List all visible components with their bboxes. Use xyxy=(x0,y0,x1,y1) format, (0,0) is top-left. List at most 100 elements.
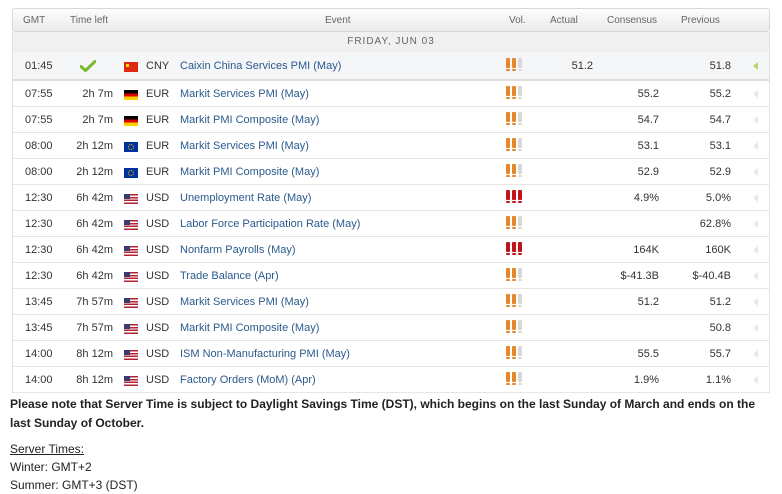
volatility-bar-icon xyxy=(506,320,510,333)
de-flag-icon xyxy=(124,116,138,126)
actual-value: 51.2 xyxy=(571,60,593,72)
volatility-bar-icon xyxy=(512,164,516,177)
table-row[interactable]: 12:30 6h 42m USD Trade Balance (Apr) $-41.3B… xyxy=(12,263,770,289)
volatility-bar-icon xyxy=(506,86,510,99)
volatility-bar-icon xyxy=(506,372,510,385)
expand-arrow-icon[interactable] xyxy=(753,220,758,228)
expand-arrow-icon[interactable] xyxy=(753,116,758,124)
header-gmt[interactable]: GMT xyxy=(23,15,45,26)
event-link[interactable]: Labor Force Participation Rate (May) xyxy=(180,218,360,230)
event-link[interactable]: Markit Services PMI (May) xyxy=(180,88,309,100)
time-left: 6h 42m xyxy=(76,192,113,204)
event-link[interactable]: Markit Services PMI (May) xyxy=(180,140,309,152)
consensus-value: 53.1 xyxy=(637,140,659,152)
table-row[interactable]: 01:45 CNY Caixin China Services PMI (May) 5… xyxy=(12,52,770,81)
table-row[interactable]: 12:30 6h 42m USD Nonfarm Payrolls (May) 164K… xyxy=(12,237,770,263)
previous-value: 51.2 xyxy=(709,296,731,308)
previous-value: 55.2 xyxy=(709,88,731,100)
expand-arrow-icon[interactable] xyxy=(753,350,758,358)
time-left: 6h 42m xyxy=(76,244,113,256)
expand-arrow-icon[interactable] xyxy=(753,62,758,70)
event-link[interactable]: Trade Balance (Apr) xyxy=(180,270,279,282)
currency-code: USD xyxy=(146,270,170,282)
table-row[interactable]: 12:30 6h 42m USD Unemployment Rate (May) 4.9… xyxy=(12,185,770,211)
expand-arrow-icon[interactable] xyxy=(753,168,758,176)
event-link[interactable]: Factory Orders (MoM) (Apr) xyxy=(180,374,316,386)
header-consensus[interactable]: Consensus xyxy=(607,15,657,26)
volatility-bar-icon xyxy=(512,294,516,307)
volatility-bar-icon xyxy=(506,268,510,281)
currency-code: EUR xyxy=(146,114,170,126)
expand-arrow-icon[interactable] xyxy=(753,142,758,150)
event-time: 12:30 xyxy=(25,244,53,256)
volatility-bar-icon xyxy=(512,268,516,281)
table-row[interactable]: 13:45 7h 57m USD Markit Services PMI (May) 5… xyxy=(12,289,770,315)
us-flag-icon xyxy=(124,220,138,230)
expand-arrow-icon[interactable] xyxy=(753,376,758,384)
expand-arrow-icon[interactable] xyxy=(753,246,758,254)
table-row[interactable]: 13:45 7h 57m USD Markit PMI Composite (May)… xyxy=(12,315,770,341)
event-link[interactable]: Markit PMI Composite (May) xyxy=(180,114,319,126)
us-flag-icon xyxy=(124,324,138,334)
event-link[interactable]: Markit PMI Composite (May) xyxy=(180,166,319,178)
event-link[interactable]: Markit Services PMI (May) xyxy=(180,296,309,308)
event-link[interactable]: Markit PMI Composite (May) xyxy=(180,322,319,334)
time-left: 2h 7m xyxy=(82,114,113,126)
table-row[interactable]: 08:00 2h 12m EUR Markit Services PMI (May) 5… xyxy=(12,133,770,159)
currency-code: USD xyxy=(146,244,170,256)
currency-code: EUR xyxy=(146,88,170,100)
table-row[interactable]: 12:30 6h 42m USD Labor Force Participation … xyxy=(12,211,770,237)
us-flag-icon xyxy=(124,272,138,282)
currency-code: USD xyxy=(146,348,170,360)
currency-code: EUR xyxy=(146,140,170,152)
volatility-bar-icon xyxy=(506,58,510,71)
volatility-bar-icon xyxy=(512,86,516,99)
header-previous[interactable]: Previous xyxy=(681,15,720,26)
event-link[interactable]: Nonfarm Payrolls (May) xyxy=(180,244,296,256)
volatility-bar-icon xyxy=(518,112,522,125)
table-row[interactable]: 07:55 2h 7m EUR Markit Services PMI (May) 55… xyxy=(12,81,770,107)
event-time: 12:30 xyxy=(25,192,53,204)
volatility-bar-icon xyxy=(518,372,522,385)
table-row[interactable]: 14:00 8h 12m USD Factory Orders (MoM) (Apr)… xyxy=(12,367,770,393)
volatility-bar-icon xyxy=(506,294,510,307)
event-link[interactable]: ISM Non-Manufacturing PMI (May) xyxy=(180,348,350,360)
event-link[interactable]: Unemployment Rate (May) xyxy=(180,192,311,204)
event-time: 07:55 xyxy=(25,114,53,126)
event-time: 13:45 xyxy=(25,296,53,308)
time-left: 8h 12m xyxy=(76,348,113,360)
volatility-bar-icon xyxy=(512,58,516,71)
volatility-indicator xyxy=(506,112,526,126)
event-link[interactable]: Caixin China Services PMI (May) xyxy=(180,60,341,72)
header-vol[interactable]: Vol. xyxy=(509,15,526,26)
volatility-indicator xyxy=(506,372,526,386)
eu-flag-icon xyxy=(124,142,138,152)
previous-value: 53.1 xyxy=(709,140,731,152)
expand-arrow-icon[interactable] xyxy=(753,298,758,306)
table-row[interactable]: 14:00 8h 12m USD ISM Non-Manufacturing PMI … xyxy=(12,341,770,367)
volatility-bar-icon xyxy=(506,346,510,359)
volatility-bar-icon xyxy=(506,242,510,255)
previous-value: 52.9 xyxy=(709,166,731,178)
header-time-left[interactable]: Time left xyxy=(70,15,108,26)
expand-arrow-icon[interactable] xyxy=(753,272,758,280)
expand-arrow-icon[interactable] xyxy=(753,90,758,98)
expand-arrow-icon[interactable] xyxy=(753,324,758,332)
volatility-indicator xyxy=(506,190,526,204)
volatility-bar-icon xyxy=(506,138,510,151)
table-row[interactable]: 08:00 2h 12m EUR Markit PMI Composite (May)… xyxy=(12,159,770,185)
consensus-value: 164K xyxy=(633,244,659,256)
volatility-bar-icon xyxy=(518,58,522,71)
currency-code: USD xyxy=(146,374,170,386)
header-event[interactable]: Event xyxy=(325,15,351,26)
cn-flag-icon xyxy=(124,62,138,72)
header-actual[interactable]: Actual xyxy=(550,15,578,26)
us-flag-icon xyxy=(124,298,138,308)
event-rows: 01:45 CNY Caixin China Services PMI (May) 5… xyxy=(12,52,770,393)
previous-value: 62.8% xyxy=(699,218,731,230)
expand-arrow-icon[interactable] xyxy=(753,194,758,202)
table-row[interactable]: 07:55 2h 7m EUR Markit PMI Composite (May) 5… xyxy=(12,107,770,133)
previous-value: 5.0% xyxy=(705,192,731,204)
event-time: 07:55 xyxy=(25,88,53,100)
time-left: 2h 12m xyxy=(76,166,113,178)
